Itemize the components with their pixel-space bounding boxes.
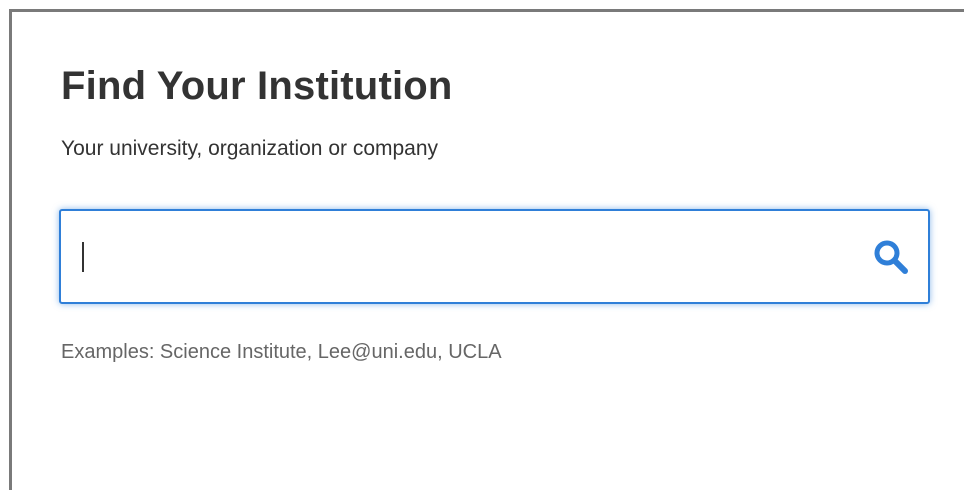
search-icon[interactable] [872, 238, 910, 276]
search-box[interactable] [59, 209, 930, 304]
institution-search-input[interactable] [61, 211, 841, 302]
text-cursor [82, 242, 84, 272]
search-examples-hint: Examples: Science Institute, Lee@uni.edu… [61, 341, 502, 363]
page-subtitle: Your university, organization or company [61, 137, 439, 160]
institution-finder-panel: Find Your Institution Your university, o… [9, 9, 964, 490]
page-title: Find Your Institution [61, 64, 453, 108]
search-icon-graphic [874, 240, 908, 274]
